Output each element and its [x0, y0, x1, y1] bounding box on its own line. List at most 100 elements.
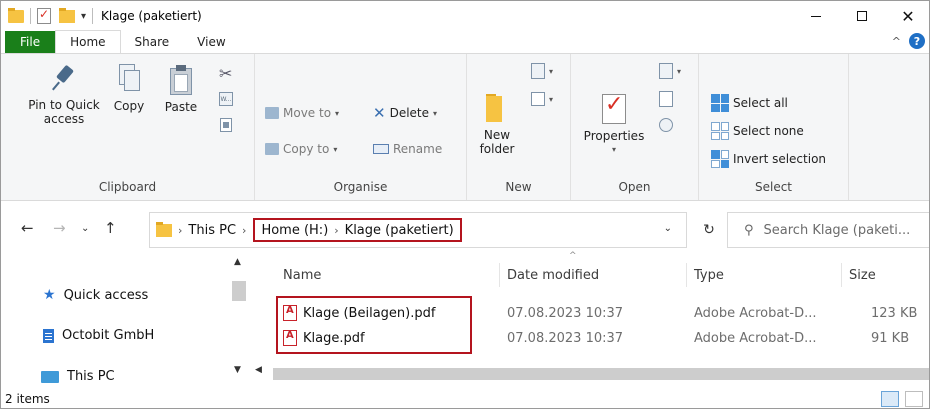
edit-button[interactable]	[659, 88, 673, 110]
edit-icon	[659, 91, 673, 107]
column-divider[interactable]	[841, 263, 842, 287]
move-to-button[interactable]: Move to ▾	[265, 102, 339, 124]
rename-button[interactable]: Rename	[373, 138, 442, 160]
large-icons-view-icon[interactable]	[905, 391, 923, 407]
file-date: 07.08.2023 10:37	[507, 306, 624, 321]
qat-dropdown-icon[interactable]: ▾	[81, 11, 86, 22]
paste-label: Paste	[164, 100, 198, 114]
copy-button[interactable]: Copy	[109, 64, 149, 113]
address-dropdown-icon[interactable]: ⌄	[664, 223, 672, 234]
tab-file[interactable]: File	[5, 31, 56, 53]
delete-button[interactable]: ✕ Delete ▾	[373, 102, 437, 124]
tab-home[interactable]: Home	[55, 30, 121, 53]
file-name: Klage.pdf	[303, 330, 365, 346]
address-bar[interactable]: › This PC › Home (H:) › Klage (paketiert…	[149, 212, 687, 248]
easy-access-button[interactable]: ▾	[531, 88, 553, 110]
file-size: 91 KB	[871, 331, 910, 346]
tab-view[interactable]: View	[183, 31, 239, 53]
properties-button[interactable]: ✓ Properties ▾	[579, 92, 649, 157]
pin-label-line1: Pin to Quick	[28, 98, 100, 112]
star-icon: ★	[43, 287, 56, 303]
copy-to-label: Copy to	[283, 142, 330, 156]
table-row[interactable]: Klage.pdf 07.08.2023 10:37 Adobe Acrobat…	[251, 328, 929, 350]
properties-icon[interactable]	[37, 7, 51, 24]
open-icon	[659, 63, 673, 79]
refresh-icon: ↻	[703, 222, 715, 238]
file-name-cell[interactable]: Klage (Beilagen).pdf	[283, 305, 435, 321]
refresh-button[interactable]: ↻	[691, 212, 727, 248]
copy-label: Copy	[113, 99, 145, 113]
paste-button[interactable]: Paste	[159, 64, 203, 114]
copy-path-button[interactable]: W...	[219, 88, 233, 110]
column-header-name[interactable]: Name	[283, 268, 321, 283]
copy-path-icon: W...	[219, 92, 233, 106]
easy-access-dropdown-icon: ▾	[549, 94, 554, 104]
history-button[interactable]	[659, 114, 673, 136]
column-header-type[interactable]: Type	[694, 268, 724, 283]
filelist-horizontal-scrollbar[interactable]: ◀	[251, 365, 929, 381]
file-name-cell[interactable]: Klage.pdf	[283, 330, 365, 346]
new-folder-button[interactable]: New folder	[475, 92, 519, 156]
new-folder-line1: New	[483, 128, 511, 142]
column-divider[interactable]	[686, 263, 687, 287]
group-label-clipboard: Clipboard	[98, 180, 157, 194]
file-type: Adobe Acrobat-D...	[694, 306, 817, 321]
scrollbar-thumb[interactable]	[273, 368, 929, 380]
group-label-organise: Organise	[333, 180, 388, 194]
details-view-icon[interactable]	[881, 391, 899, 407]
chevron-right-icon[interactable]: ›	[334, 224, 338, 237]
nav-item-octobit-gmbh[interactable]: Octobit GmbH	[43, 328, 154, 343]
chevron-right-icon[interactable]: ›	[178, 224, 182, 237]
maximize-button[interactable]	[839, 1, 885, 31]
search-placeholder: Search Klage (paketi...	[763, 222, 911, 238]
open-button[interactable]: ▾	[659, 60, 681, 82]
pin-to-quick-access-button[interactable]: Pin to Quick access	[19, 64, 109, 126]
forward-arrow-icon[interactable]: →	[53, 219, 66, 237]
breadcrumb-home-h[interactable]: Home (H:)	[261, 223, 328, 238]
qat-separator	[30, 8, 31, 24]
tab-share[interactable]: Share	[121, 31, 184, 53]
navpane-scrollbar[interactable]: ▲ ▼	[229, 251, 249, 379]
new-folder-icon[interactable]	[59, 7, 75, 23]
minimize-button[interactable]	[793, 1, 839, 31]
new-item-button[interactable]: ▾	[531, 60, 553, 82]
scroll-down-icon[interactable]: ▼	[234, 365, 241, 375]
minimize-icon	[811, 15, 821, 17]
back-arrow-icon[interactable]: ←	[21, 219, 34, 237]
new-folder-large-icon	[486, 92, 508, 122]
building-icon	[43, 328, 54, 343]
scrollbar-thumb[interactable]	[232, 281, 246, 301]
scroll-up-icon[interactable]: ▲	[234, 257, 241, 267]
breadcrumb-klage-paketiert[interactable]: Klage (paketiert)	[345, 223, 454, 238]
nav-item-this-pc[interactable]: This PC	[41, 369, 115, 384]
search-input[interactable]: ⚲ Search Klage (paketi...	[727, 212, 929, 248]
scroll-left-icon[interactable]: ◀	[255, 365, 262, 375]
table-row[interactable]: Klage (Beilagen).pdf 07.08.2023 10:37 Ad…	[251, 303, 929, 325]
up-arrow-icon[interactable]: ↑	[104, 219, 117, 237]
ribbon-right-controls: ^ ?	[892, 33, 925, 49]
invert-selection-button[interactable]: Invert selection	[711, 148, 826, 170]
group-label-new: New	[505, 180, 532, 194]
breadcrumb-this-pc[interactable]: This PC	[188, 223, 236, 238]
column-divider[interactable]	[499, 263, 500, 287]
cut-button[interactable]: ✂	[219, 62, 232, 84]
nav-item-quick-access[interactable]: ★ Quick access	[43, 287, 148, 303]
help-icon[interactable]: ?	[909, 33, 925, 49]
select-none-button[interactable]: Select none	[711, 120, 804, 142]
delete-label: Delete	[389, 106, 430, 120]
pdf-icon	[283, 305, 297, 321]
navigation-row: ← → ⌄ ↑ › This PC › Home (H:) › Klage (p…	[1, 201, 929, 251]
column-header-size[interactable]: Size	[849, 268, 876, 283]
select-all-button[interactable]: Select all	[711, 92, 788, 114]
column-header-date-modified[interactable]: Date modified	[507, 268, 599, 283]
new-item-icon	[531, 63, 545, 79]
recent-locations-icon[interactable]: ⌄	[81, 223, 89, 234]
chevron-right-icon[interactable]: ›	[242, 224, 246, 237]
paste-shortcut-button[interactable]	[220, 114, 232, 136]
close-button[interactable]: ✕	[885, 1, 929, 31]
file-type: Adobe Acrobat-D...	[694, 331, 817, 346]
collapse-ribbon-icon[interactable]: ^	[892, 35, 901, 48]
copy-to-button[interactable]: Copy to ▾	[265, 138, 337, 160]
search-icon: ⚲	[744, 222, 754, 238]
highlight-box-path: Home (H:) › Klage (paketiert)	[253, 218, 462, 242]
